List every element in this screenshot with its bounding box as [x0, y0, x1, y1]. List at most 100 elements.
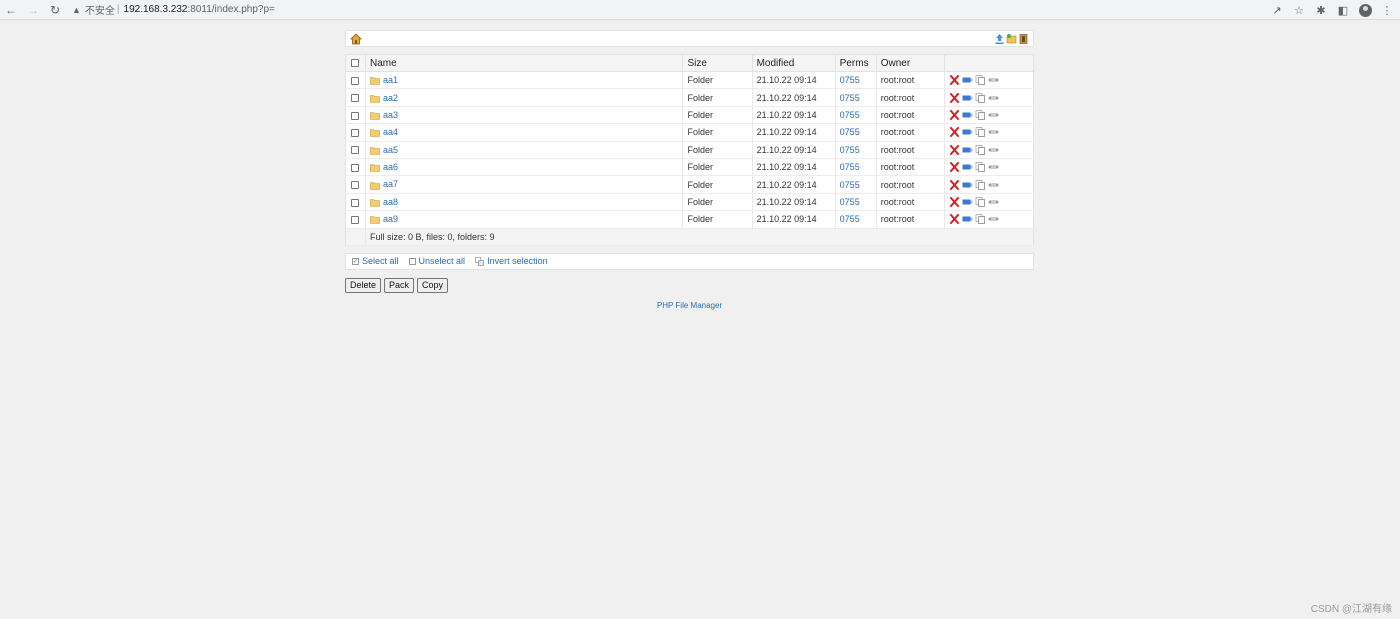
perms-link[interactable]: 0755: [840, 145, 860, 155]
table-row[interactable]: aa9 Folder 21.10.22 09:14 0755 root:root: [345, 210, 1034, 229]
perms-link[interactable]: 0755: [840, 127, 860, 137]
delete-icon[interactable]: [949, 127, 960, 138]
select-all-label[interactable]: Select all: [362, 256, 399, 266]
perms-link[interactable]: 0755: [840, 197, 860, 207]
rename-icon[interactable]: [962, 145, 973, 155]
rename-icon[interactable]: [962, 180, 973, 190]
table-row[interactable]: aa7 Folder 21.10.22 09:14 0755 root:root: [345, 175, 1034, 194]
row-checkbox[interactable]: [351, 215, 359, 224]
folder-link[interactable]: aa4: [383, 127, 398, 137]
copy-icon[interactable]: [975, 127, 986, 138]
link-icon[interactable]: [988, 197, 999, 207]
delete-icon[interactable]: [949, 75, 960, 86]
rename-icon[interactable]: [962, 214, 973, 224]
perms-link[interactable]: 0755: [840, 75, 860, 85]
copy-icon[interactable]: [975, 197, 986, 207]
perms-link[interactable]: 0755: [840, 110, 860, 120]
link-icon[interactable]: [988, 145, 999, 155]
rename-icon[interactable]: [962, 75, 973, 85]
copy-icon[interactable]: [975, 75, 986, 86]
row-checkbox[interactable]: [351, 76, 359, 85]
table-row[interactable]: aa8 Folder 21.10.22 09:14 0755 root:root: [345, 193, 1034, 212]
delete-icon[interactable]: [949, 162, 960, 173]
link-icon[interactable]: [988, 93, 999, 103]
rename-icon[interactable]: [962, 127, 973, 137]
upload-icon[interactable]: [994, 33, 1005, 45]
row-checkbox[interactable]: [351, 94, 359, 103]
copy-icon[interactable]: [975, 92, 986, 103]
rename-icon[interactable]: [962, 110, 973, 120]
link-icon[interactable]: [988, 75, 999, 85]
row-checkbox[interactable]: [351, 128, 359, 137]
table-row[interactable]: aa2 Folder 21.10.22 09:14 0755 root:root: [345, 88, 1034, 107]
link-icon[interactable]: [988, 180, 999, 190]
logout-icon[interactable]: [1018, 33, 1029, 45]
link-icon[interactable]: [988, 127, 999, 137]
select-all-checkbox[interactable]: [351, 58, 359, 67]
header-size[interactable]: Size: [682, 54, 753, 72]
delete-icon[interactable]: [949, 196, 960, 207]
folder-link[interactable]: aa6: [383, 162, 398, 172]
select-all-link[interactable]: ✓ Select all: [352, 256, 399, 266]
back-icon[interactable]: ←: [0, 0, 22, 20]
copy-icon[interactable]: [975, 214, 986, 225]
header-owner[interactable]: Owner: [876, 54, 945, 72]
sidepanel-icon[interactable]: ◧: [1336, 3, 1350, 17]
perms-link[interactable]: 0755: [840, 180, 860, 190]
delete-icon[interactable]: [949, 109, 960, 120]
invert-selection-label[interactable]: Invert selection: [487, 256, 548, 266]
invert-selection-link[interactable]: Invert selection: [475, 256, 548, 266]
rename-icon[interactable]: [962, 162, 973, 172]
link-icon[interactable]: [988, 214, 999, 224]
copy-icon[interactable]: [975, 179, 986, 190]
perms-link[interactable]: 0755: [840, 214, 860, 224]
folder-link[interactable]: aa5: [383, 145, 398, 155]
profile-icon[interactable]: [1358, 3, 1372, 17]
unselect-all-label[interactable]: Unselect all: [419, 256, 466, 266]
folder-link[interactable]: aa8: [383, 197, 398, 207]
delete-icon[interactable]: [949, 179, 960, 190]
copy-icon[interactable]: [975, 144, 986, 155]
rename-icon[interactable]: [962, 197, 973, 207]
home-icon[interactable]: [350, 33, 362, 45]
folder-link[interactable]: aa9: [383, 214, 398, 224]
row-checkbox[interactable]: [351, 181, 359, 190]
row-checkbox[interactable]: [351, 111, 359, 120]
rename-icon[interactable]: [962, 93, 973, 103]
new-folder-icon[interactable]: [1006, 33, 1017, 45]
delete-icon[interactable]: [949, 144, 960, 155]
delete-icon[interactable]: [949, 92, 960, 103]
php-file-manager-link[interactable]: PHP File Manager: [657, 301, 722, 310]
copy-button[interactable]: Copy: [417, 277, 449, 293]
folder-link[interactable]: aa7: [383, 179, 398, 189]
address-bar[interactable]: ▲ 不安全 | 192.168.3.232 :8011/index.php?p=: [64, 1, 1314, 18]
share-icon[interactable]: ↗: [1270, 3, 1284, 17]
table-row[interactable]: aa1 Folder 21.10.22 09:14 0755 root:root: [345, 71, 1034, 90]
header-modified[interactable]: Modified: [752, 54, 836, 72]
folder-link[interactable]: aa1: [383, 75, 398, 85]
row-checkbox[interactable]: [351, 146, 359, 155]
delete-button[interactable]: Delete: [345, 277, 382, 293]
reload-icon[interactable]: ↻: [44, 0, 66, 20]
link-icon[interactable]: [988, 162, 999, 172]
link-icon[interactable]: [988, 110, 999, 120]
header-perms[interactable]: Perms: [835, 54, 877, 72]
table-row[interactable]: aa5 Folder 21.10.22 09:14 0755 root:root: [345, 141, 1034, 159]
delete-icon[interactable]: [949, 214, 960, 225]
folder-link[interactable]: aa2: [383, 93, 398, 103]
extensions-icon[interactable]: ✱: [1314, 3, 1328, 17]
row-checkbox[interactable]: [351, 198, 359, 207]
copy-icon[interactable]: [975, 110, 986, 120]
menu-icon[interactable]: ⋮: [1380, 3, 1394, 17]
row-checkbox[interactable]: [351, 163, 359, 172]
perms-link[interactable]: 0755: [840, 162, 860, 172]
table-row[interactable]: aa3 Folder 21.10.22 09:14 0755 root:root: [345, 106, 1034, 125]
star-icon[interactable]: ☆: [1292, 3, 1306, 17]
unselect-all-link[interactable]: Unselect all: [408, 256, 466, 266]
forward-icon[interactable]: →: [22, 0, 44, 20]
table-row[interactable]: aa4 Folder 21.10.22 09:14 0755 root:root: [345, 123, 1034, 142]
copy-icon[interactable]: [975, 162, 986, 172]
pack-button[interactable]: Pack: [384, 277, 415, 293]
table-row[interactable]: aa6 Folder 21.10.22 09:14 0755 root:root: [345, 158, 1034, 177]
header-name[interactable]: Name: [365, 54, 684, 72]
